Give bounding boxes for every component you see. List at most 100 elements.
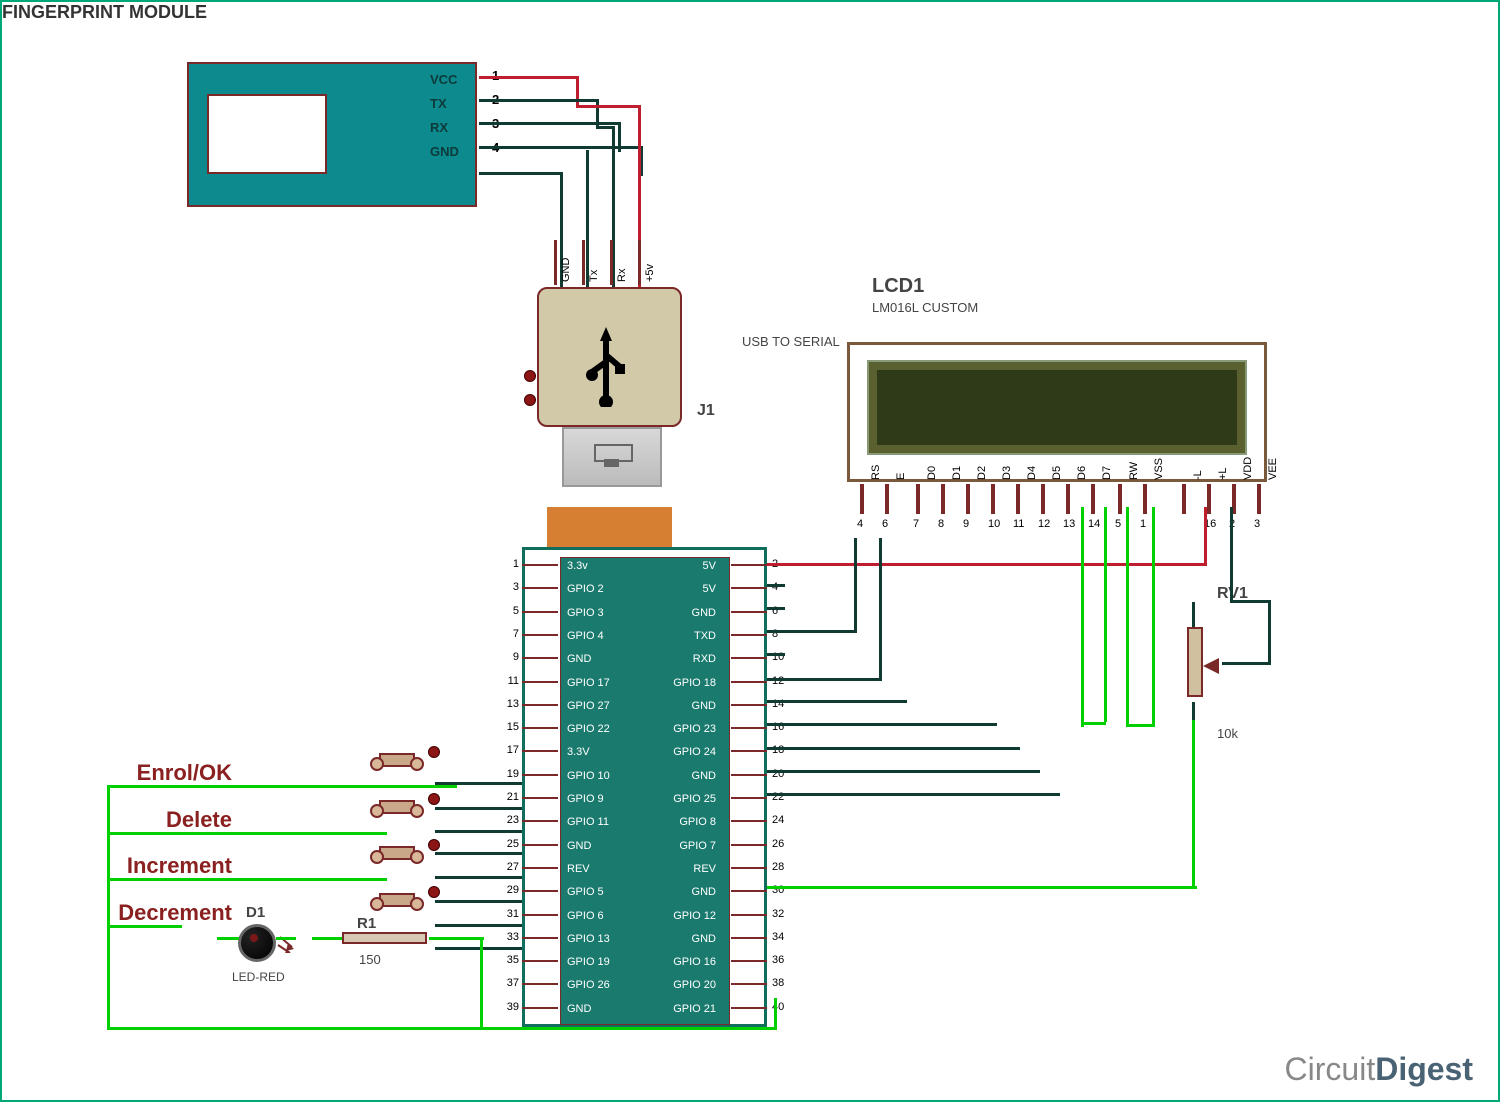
rpi-pin-REV: REV xyxy=(567,863,590,875)
rpi-num-29: 29 xyxy=(499,884,519,896)
fp-pin-GND: GND xyxy=(430,144,459,159)
rpi-num-31: 31 xyxy=(499,908,519,920)
lcd-num-4: 4 xyxy=(857,518,863,530)
usb-led-1 xyxy=(524,370,536,382)
rpi-pin-GND: GND xyxy=(656,886,716,898)
lcd-pin-E: E xyxy=(895,473,907,480)
lcd-num-13: 13 xyxy=(1063,518,1075,530)
btn-label-1: Delete xyxy=(52,807,232,833)
rpi-pin-TXD: TXD xyxy=(656,630,716,642)
usb-pin-+5v: +5v xyxy=(644,264,656,282)
rpi-num-38: 38 xyxy=(772,977,784,989)
lcd-pin-+L: +L xyxy=(1217,467,1229,480)
resistor xyxy=(342,932,427,944)
rpi-num-28: 28 xyxy=(772,861,784,873)
rpi-num-24: 24 xyxy=(772,814,784,826)
rpi-pin-GPIO 26: GPIO 26 xyxy=(567,979,610,991)
lcd-num-11: 11 xyxy=(1013,518,1024,530)
rpi-num-39: 39 xyxy=(499,1001,519,1013)
rpi-pin-GPIO 23: GPIO 23 xyxy=(656,723,716,735)
rpi-num-9: 9 xyxy=(499,651,519,663)
rpi-pin-GPIO 8: GPIO 8 xyxy=(656,816,716,828)
lcd-pin-D0: D0 xyxy=(926,466,938,480)
usb-pin-GND: GND xyxy=(560,258,572,282)
rpi-pin-REV: REV xyxy=(656,863,716,875)
lcd-pin-D1: D1 xyxy=(951,466,963,480)
rpi-num-36: 36 xyxy=(772,954,784,966)
lcd-part: LM016L CUSTOM xyxy=(872,300,978,315)
lcd-num-5: 5 xyxy=(1115,518,1121,530)
button-led-2 xyxy=(428,839,440,851)
rpi-num-32: 32 xyxy=(772,908,784,920)
usb-desc: USB TO SERIAL xyxy=(742,334,840,349)
rpi-pin-GND: GND xyxy=(656,700,716,712)
rpi-pin-5V: 5V xyxy=(656,560,716,572)
rpi-num-35: 35 xyxy=(499,954,519,966)
rpi-num-13: 13 xyxy=(499,698,519,710)
rpi-pin-GPIO 19: GPIO 19 xyxy=(567,956,610,968)
lcd-pin-D7: D7 xyxy=(1101,466,1113,480)
rpi-pin-GND: GND xyxy=(656,770,716,782)
push-button-0[interactable] xyxy=(372,749,422,771)
pot-value: 10k xyxy=(1217,726,1238,741)
rpi-pin-GPIO 17: GPIO 17 xyxy=(567,677,610,689)
fp-pin-TX: TX xyxy=(430,96,447,111)
fp-pin-RX: RX xyxy=(430,120,448,135)
brand-logo: CircuitDigest xyxy=(1285,1051,1473,1088)
rpi-pin-GPIO 18: GPIO 18 xyxy=(656,677,716,689)
fp-pin-VCC: VCC xyxy=(430,72,457,87)
lcd-pin-D5: D5 xyxy=(1051,466,1063,480)
rpi-pin-GND: GND xyxy=(567,840,591,852)
lcd-num-1: 1 xyxy=(1140,518,1146,530)
lcd-num-14: 14 xyxy=(1088,518,1100,530)
usb-led-2 xyxy=(524,394,536,406)
rpi-pin-5V: 5V xyxy=(656,583,716,595)
lcd-num-3: 3 xyxy=(1254,518,1260,530)
usb-to-serial xyxy=(537,287,682,427)
rpi-num-3: 3 xyxy=(499,581,519,593)
button-led-1 xyxy=(428,793,440,805)
rpi-pin-GPIO 27: GPIO 27 xyxy=(567,700,610,712)
rpi-pin-GPIO 7: GPIO 7 xyxy=(656,840,716,852)
lcd-num-6: 6 xyxy=(882,518,888,530)
schematic-canvas: FINGERPRINT MODULE VCC 1TX 2RX 3GND 4 J1… xyxy=(0,0,1500,1102)
lcd-num-10: 10 xyxy=(988,518,1000,530)
lcd-pin-RS: RS xyxy=(870,465,882,480)
lcd-pin--L: -L xyxy=(1192,470,1204,480)
btn-label-2: Increment xyxy=(52,853,232,879)
rpi-pin-GND: GND xyxy=(656,933,716,945)
rpi-pin-GND: GND xyxy=(567,653,591,665)
push-button-2[interactable] xyxy=(372,842,422,864)
rpi-pin-GPIO 10: GPIO 10 xyxy=(567,770,610,782)
lcd-num-8: 8 xyxy=(938,518,944,530)
potentiometer xyxy=(1187,627,1203,697)
led-red xyxy=(238,924,276,962)
lcd-pin-D4: D4 xyxy=(1026,466,1038,480)
rpi-usb-port xyxy=(547,507,672,547)
rpi-pin-GPIO 24: GPIO 24 xyxy=(656,746,716,758)
rpi-num-1: 1 xyxy=(499,558,519,570)
resistor-value: 150 xyxy=(359,952,381,967)
lcd-pin-D2: D2 xyxy=(976,466,988,480)
lcd-screen xyxy=(867,360,1247,455)
push-button-1[interactable] xyxy=(372,796,422,818)
rpi-pin-GPIO 20: GPIO 20 xyxy=(656,979,716,991)
rpi-num-23: 23 xyxy=(499,814,519,826)
lcd-pin-D3: D3 xyxy=(1001,466,1013,480)
push-button-3[interactable] xyxy=(372,889,422,911)
usb-ref: J1 xyxy=(697,402,715,420)
rpi-pin-GPIO 25: GPIO 25 xyxy=(656,793,716,805)
lcd-pin-VDD: VDD xyxy=(1242,457,1254,480)
lcd-ref: LCD1 xyxy=(872,275,924,298)
lcd-pin-VSS: VSS xyxy=(1153,458,1165,480)
usb-pin-Tx: Tx xyxy=(588,270,600,282)
rpi-num-27: 27 xyxy=(499,861,519,873)
rpi-num-25: 25 xyxy=(499,838,519,850)
lcd-num-9: 9 xyxy=(963,518,969,530)
rpi-pin-3.3V: 3.3V xyxy=(567,746,590,758)
lcd-num-12: 12 xyxy=(1038,518,1050,530)
led-ref: D1 xyxy=(246,904,265,921)
resistor-ref: R1 xyxy=(357,915,376,932)
rpi-pin-GPIO 3: GPIO 3 xyxy=(567,607,604,619)
button-led-3 xyxy=(428,886,440,898)
